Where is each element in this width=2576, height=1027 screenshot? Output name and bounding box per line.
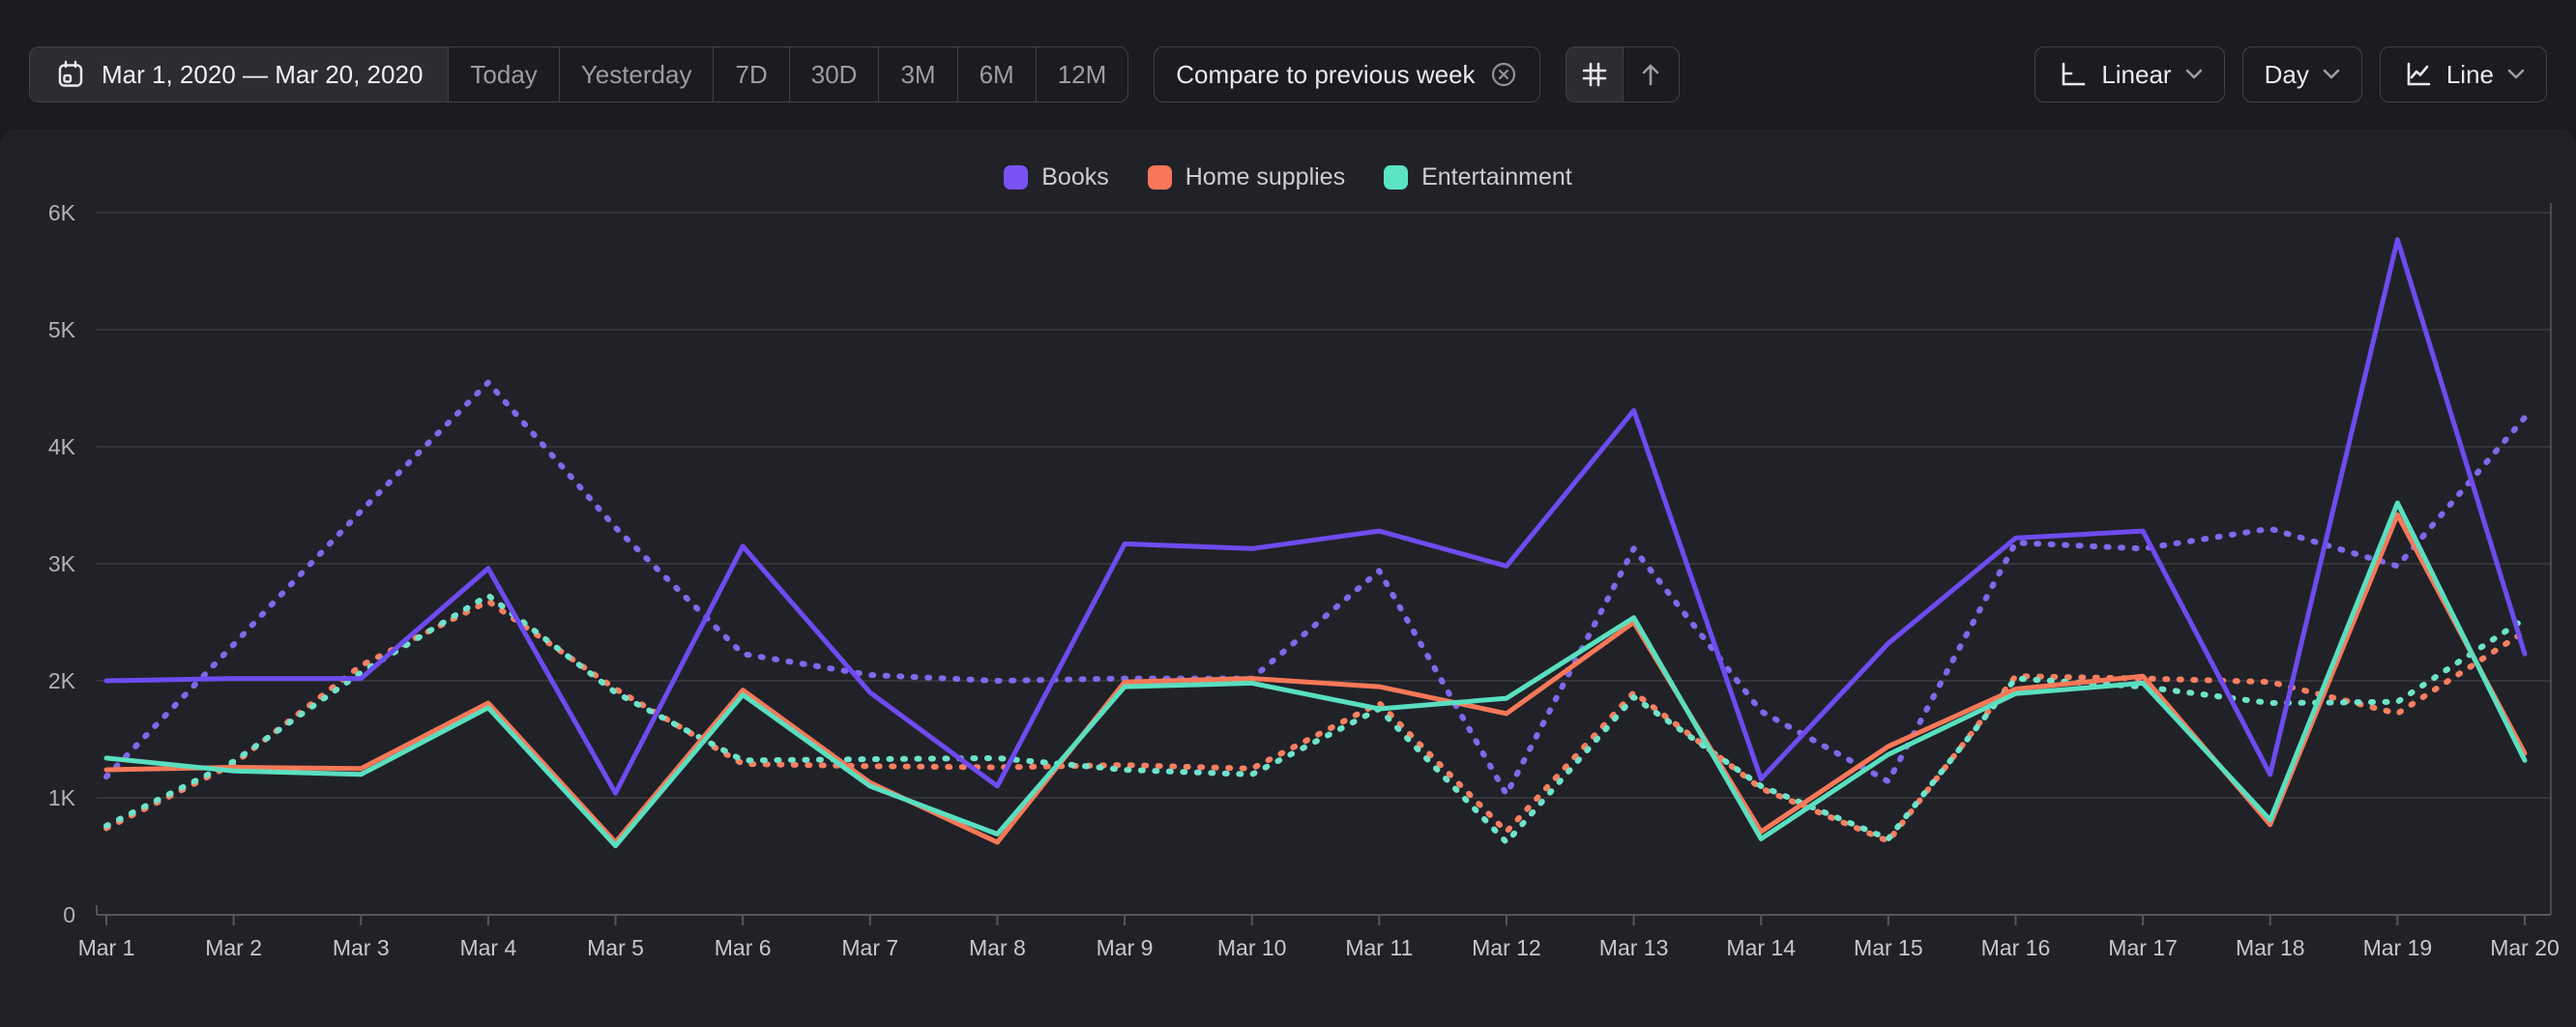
svg-text:3K: 3K	[48, 551, 76, 576]
axis-scale-icon	[2057, 59, 2088, 90]
preset-today[interactable]: Today	[448, 47, 558, 102]
chart-type-dropdown[interactable]: Line	[2380, 46, 2547, 103]
date-range-group: Mar 1, 2020 — Mar 20, 2020 Today Yesterd…	[29, 46, 1128, 103]
display-toggle-group	[1566, 46, 1680, 103]
legend-item-home-supplies[interactable]: Home supplies	[1148, 163, 1345, 191]
svg-text:Mar 20: Mar 20	[2490, 935, 2560, 960]
preset-30d[interactable]: 30D	[789, 47, 879, 102]
svg-text:Mar 2: Mar 2	[205, 935, 262, 960]
preset-yesterday[interactable]: Yesterday	[559, 47, 714, 102]
svg-text:0: 0	[63, 902, 75, 927]
granularity-label: Day	[2265, 60, 2309, 90]
svg-text:Mar 17: Mar 17	[2108, 935, 2178, 960]
chevron-down-icon	[2507, 69, 2525, 80]
svg-text:Mar 3: Mar 3	[333, 935, 390, 960]
preset-12m[interactable]: 12M	[1036, 47, 1128, 102]
svg-text:Mar 4: Mar 4	[459, 935, 516, 960]
preset-3m[interactable]: 3M	[878, 47, 956, 102]
grid-toggle-button[interactable]	[1566, 47, 1623, 102]
arrow-up-icon	[1637, 61, 1664, 88]
books-swatch	[1004, 165, 1028, 190]
svg-text:Mar 13: Mar 13	[1599, 935, 1669, 960]
svg-text:Mar 9: Mar 9	[1097, 935, 1154, 960]
chevron-down-icon	[2323, 69, 2340, 80]
legend-label: Entertainment	[1421, 163, 1572, 191]
compare-label: Compare to previous week	[1176, 60, 1475, 90]
line-chart-icon	[2402, 59, 2433, 90]
svg-text:Mar 18: Mar 18	[2236, 935, 2305, 960]
scale-label: Linear	[2101, 60, 2171, 90]
home-supplies-swatch	[1148, 165, 1172, 190]
preset-6m[interactable]: 6M	[957, 47, 1036, 102]
date-range-label: Mar 1, 2020 — Mar 20, 2020	[102, 60, 423, 90]
sort-toggle-button[interactable]	[1623, 47, 1679, 102]
remove-compare-icon[interactable]	[1489, 60, 1518, 89]
toolbar: Mar 1, 2020 — Mar 20, 2020 Today Yesterd…	[0, 0, 2576, 110]
svg-text:Mar 1: Mar 1	[78, 935, 135, 960]
chart-type-label: Line	[2446, 60, 2494, 90]
svg-text:4K: 4K	[48, 434, 76, 459]
legend-item-books[interactable]: Books	[1004, 163, 1108, 191]
svg-text:Mar 10: Mar 10	[1217, 935, 1287, 960]
calendar-icon	[55, 59, 86, 90]
svg-text:5K: 5K	[48, 317, 76, 342]
svg-text:Mar 11: Mar 11	[1345, 935, 1413, 960]
svg-text:6K: 6K	[48, 200, 76, 225]
chart-options: Linear Day Line	[2034, 46, 2547, 103]
chart-legend: Books Home supplies Entertainment	[0, 130, 2576, 193]
chart-panel: Books Home supplies Entertainment 0 1K 2K 3…	[0, 130, 2576, 1027]
granularity-dropdown[interactable]: Day	[2242, 46, 2362, 103]
svg-text:1K: 1K	[48, 785, 76, 810]
chart-svg: 0 1K 2K 3K 4K 5K 6K Mar 1 Mar 2 Mar 3 Mar 4 Mar 5 Ma…	[0, 193, 2576, 1027]
svg-text:Mar 15: Mar 15	[1854, 935, 1923, 960]
chevron-down-icon	[2185, 69, 2203, 80]
legend-label: Home supplies	[1186, 163, 1345, 191]
scale-dropdown[interactable]: Linear	[2034, 46, 2224, 103]
svg-text:Mar 19: Mar 19	[2363, 935, 2433, 960]
svg-text:Mar 7: Mar 7	[841, 935, 898, 960]
svg-text:2K: 2K	[48, 668, 76, 693]
line-chart: 0 1K 2K 3K 4K 5K 6K Mar 1 Mar 2 Mar 3 Mar 4 Mar 5 Ma…	[0, 193, 2576, 1027]
preset-7d[interactable]: 7D	[713, 47, 788, 102]
svg-text:Mar 14: Mar 14	[1726, 935, 1796, 960]
legend-label: Books	[1041, 163, 1108, 191]
svg-text:Mar 8: Mar 8	[969, 935, 1026, 960]
svg-text:Mar 12: Mar 12	[1472, 935, 1541, 960]
compare-chip[interactable]: Compare to previous week	[1154, 46, 1539, 103]
svg-text:Mar 6: Mar 6	[715, 935, 772, 960]
entertainment-swatch	[1384, 165, 1408, 190]
legend-item-entertainment[interactable]: Entertainment	[1384, 163, 1572, 191]
grid-icon	[1581, 61, 1608, 88]
svg-text:Mar 5: Mar 5	[587, 935, 644, 960]
date-range-picker[interactable]: Mar 1, 2020 — Mar 20, 2020	[30, 47, 448, 102]
svg-text:Mar 16: Mar 16	[1981, 935, 2051, 960]
